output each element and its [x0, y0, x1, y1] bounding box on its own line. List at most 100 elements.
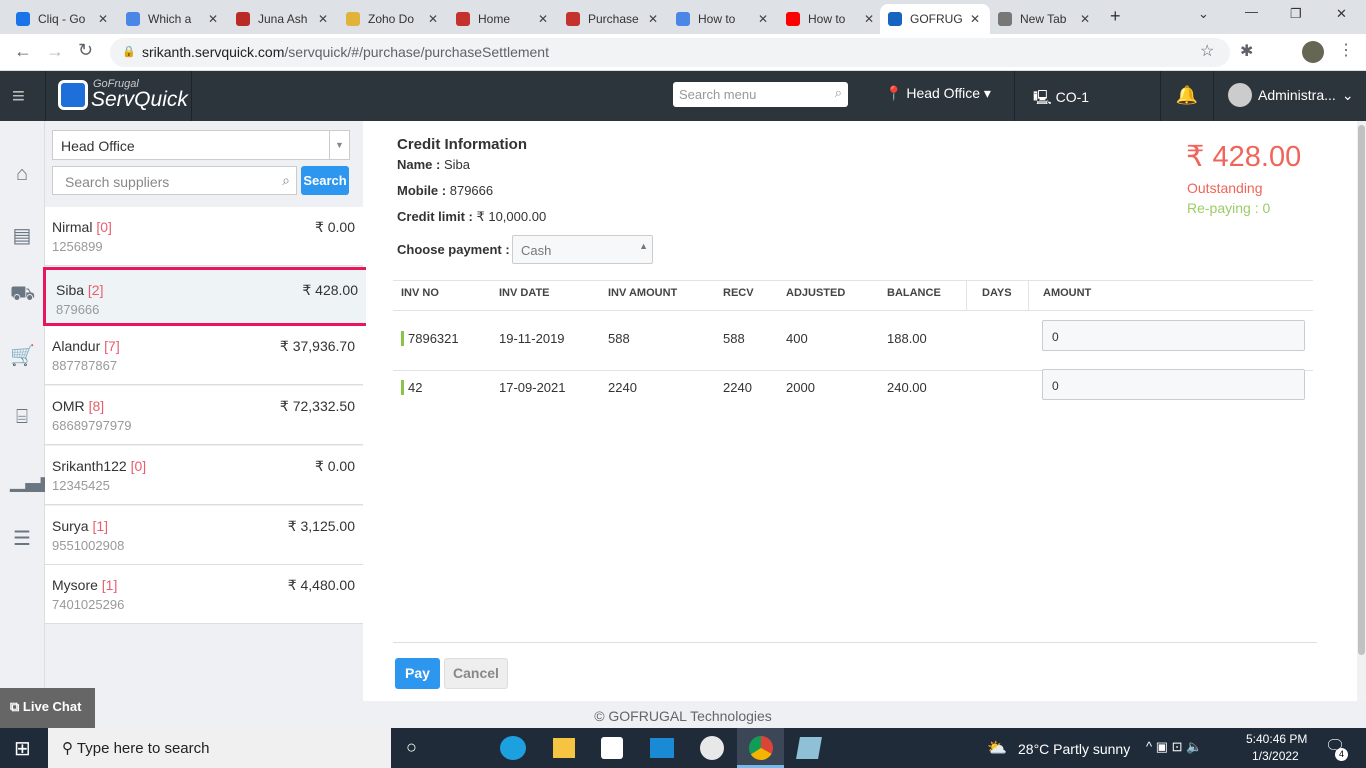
counter-selector[interactable]: 🖳 CO-1	[1014, 71, 1107, 121]
forward-icon[interactable]: →	[46, 41, 64, 62]
star-icon[interactable]: ☆	[1200, 41, 1214, 61]
supplier-item[interactable]: Nirmal [0] 1256899 ₹ 0.00	[45, 207, 363, 266]
snip-icon[interactable]	[700, 736, 724, 760]
tab-favicon-icon	[16, 12, 30, 26]
cell-amount: 2240	[608, 380, 637, 395]
cell-recv: 588	[723, 331, 745, 346]
extensions-icon[interactable]: ✱	[1240, 41, 1253, 61]
icon-rail: ⌂ ▤ ⛟ 🛒 ⌸ ▁▃▅ ☰	[0, 121, 56, 701]
new-tab-icon[interactable]: +	[1110, 6, 1121, 27]
branch-select[interactable]: Head Office ▼	[52, 130, 350, 160]
cell-balance: 240.00	[887, 380, 927, 395]
hamburger-icon[interactable]: ≡	[12, 83, 25, 109]
menu-icon[interactable]: ⋮	[1338, 40, 1354, 60]
profile-avatar[interactable]	[1302, 41, 1324, 63]
amount-input[interactable]: 0	[1042, 369, 1305, 400]
chrome-taskbar-button[interactable]	[737, 728, 784, 768]
column-header: AMOUNT	[1043, 287, 1092, 299]
cell-inv_no: 7896321	[408, 331, 459, 346]
restore-icon[interactable]: ❐	[1290, 6, 1302, 22]
browser-tab[interactable]: Cliq - Go ✕	[8, 4, 118, 34]
browser-tab[interactable]: Zoho Do ✕	[338, 4, 448, 34]
cancel-button[interactable]: Cancel	[444, 658, 508, 689]
supplier-search-input[interactable]: Search suppliers ⌕	[52, 166, 297, 195]
scrollbar[interactable]	[1357, 121, 1366, 701]
supplier-item[interactable]: Surya [1] 9551002908 ₹ 3,125.00	[45, 505, 363, 565]
supplier-item[interactable]: Mysore [1] 7401025296 ₹ 4,480.00	[45, 565, 363, 625]
supplier-item[interactable]: Siba [2] 879666 ₹ 428.00	[43, 266, 369, 326]
cortana-icon[interactable]: ○	[406, 737, 417, 758]
mail-icon[interactable]	[650, 738, 674, 758]
close-tab-icon[interactable]: ✕	[864, 12, 874, 26]
close-tab-icon[interactable]: ✕	[538, 12, 548, 26]
user-menu[interactable]: Administra... ⌄	[1228, 83, 1354, 107]
purchase-icon[interactable]: ⛟	[10, 283, 35, 307]
supplier-panel: Head Office ▼ Search suppliers ⌕ Search Ni…	[43, 121, 369, 701]
home-icon[interactable]: ⌂	[10, 163, 34, 187]
browser-tab[interactable]: Home ✕	[448, 4, 558, 34]
cell-adjusted: 400	[786, 331, 808, 346]
supplier-item[interactable]: OMR [8] 68689797979 ₹ 72,332.50	[45, 386, 363, 446]
close-tab-icon[interactable]: ✕	[970, 12, 980, 26]
location-selector[interactable]: 📍 Head Office ▾	[885, 85, 991, 102]
edge-icon[interactable]	[500, 736, 526, 760]
computer-icon: 🖳	[1033, 89, 1052, 105]
footer: © GOFRUGAL Technologies	[0, 701, 1366, 728]
taskbar-search[interactable]: ⚲ Type here to search	[48, 728, 391, 768]
live-chat-button[interactable]: ⧉ Live Chat	[0, 688, 95, 728]
close-tab-icon[interactable]: ✕	[758, 12, 768, 26]
browser-tab[interactable]: How to ✕	[668, 4, 778, 34]
reports-icon[interactable]: ▁▃▅	[10, 468, 56, 492]
user-avatar	[1228, 83, 1252, 107]
cell-date: 17-09-2021	[499, 380, 566, 395]
logo[interactable]: GoFrugal ServQuick	[45, 71, 192, 121]
browser-tab[interactable]: Which a ✕	[118, 4, 228, 34]
reload-icon[interactable]: ↻	[78, 40, 93, 61]
catalog-icon[interactable]: ▤	[10, 223, 34, 247]
counter-icon[interactable]: ⌸	[10, 406, 34, 430]
lock-icon: 🔒	[122, 46, 136, 58]
url-input[interactable]: 🔒 srikanth.servquick.com/servquick/#/purc…	[110, 38, 1230, 67]
payment-select[interactable]: Cash ▲	[512, 235, 653, 264]
supplier-search-button[interactable]: Search	[301, 166, 349, 195]
column-header: BALANCE	[887, 287, 941, 299]
pay-button[interactable]: Pay	[395, 658, 440, 689]
browser-tab[interactable]: GOFRUG ✕	[880, 4, 990, 34]
clock-logo-icon	[58, 80, 88, 110]
supplier-item[interactable]: Srikanth122 [0] 12345425 ₹ 0.00	[45, 445, 363, 505]
close-tab-icon[interactable]: ✕	[1080, 12, 1090, 26]
close-tab-icon[interactable]: ✕	[98, 12, 108, 26]
back-icon[interactable]: ←	[14, 41, 32, 62]
cell-inv_no: 42	[408, 380, 423, 395]
outstanding-amount: ₹ 428.00	[1186, 141, 1302, 173]
close-tab-icon[interactable]: ✕	[318, 12, 328, 26]
search-icon: ⌕	[834, 85, 842, 100]
bell-icon[interactable]: 🔔	[1160, 71, 1214, 121]
cell-date: 19-11-2019	[499, 331, 565, 346]
search-icon: ⚲	[62, 740, 73, 757]
tab-search-icon[interactable]: ⌄	[1198, 6, 1209, 22]
external-link-icon: ⧉	[10, 699, 20, 714]
settings-icon[interactable]: ☰	[10, 526, 34, 550]
app-icon[interactable]	[796, 737, 822, 759]
close-tab-icon[interactable]: ✕	[648, 12, 658, 26]
supplier-item[interactable]: Alandur [7] 887787867 ₹ 37,936.70	[45, 326, 363, 386]
browser-tab[interactable]: Purchase ✕	[558, 4, 668, 34]
windows-start-icon[interactable]: ⊞	[14, 736, 31, 761]
taskbar: ⊞ ⚲ Type here to search ○ ⛅ 28°C Partly …	[0, 728, 1366, 768]
browser-tab[interactable]: Juna Ash ✕	[228, 4, 338, 34]
file-explorer-icon[interactable]	[553, 738, 575, 758]
close-tab-icon[interactable]: ✕	[428, 12, 438, 26]
search-menu-input[interactable]: Search menu ⌕	[673, 82, 848, 107]
minimize-icon[interactable]: —	[1245, 4, 1258, 19]
close-tab-icon[interactable]: ✕	[208, 12, 218, 26]
store-icon[interactable]	[601, 737, 623, 759]
browser-tab[interactable]: How to ✕	[778, 4, 882, 34]
browser-tab[interactable]: New Tab ✕	[990, 4, 1100, 34]
tray-icons[interactable]: ^ ▣ ⊡ 🔈	[1146, 739, 1202, 755]
close-window-icon[interactable]: ✕	[1336, 6, 1347, 22]
cart-icon[interactable]: 🛒	[10, 343, 35, 367]
amount-input[interactable]: 0	[1042, 320, 1305, 351]
column-header: INV NO	[401, 287, 439, 299]
tab-favicon-icon	[888, 12, 902, 26]
